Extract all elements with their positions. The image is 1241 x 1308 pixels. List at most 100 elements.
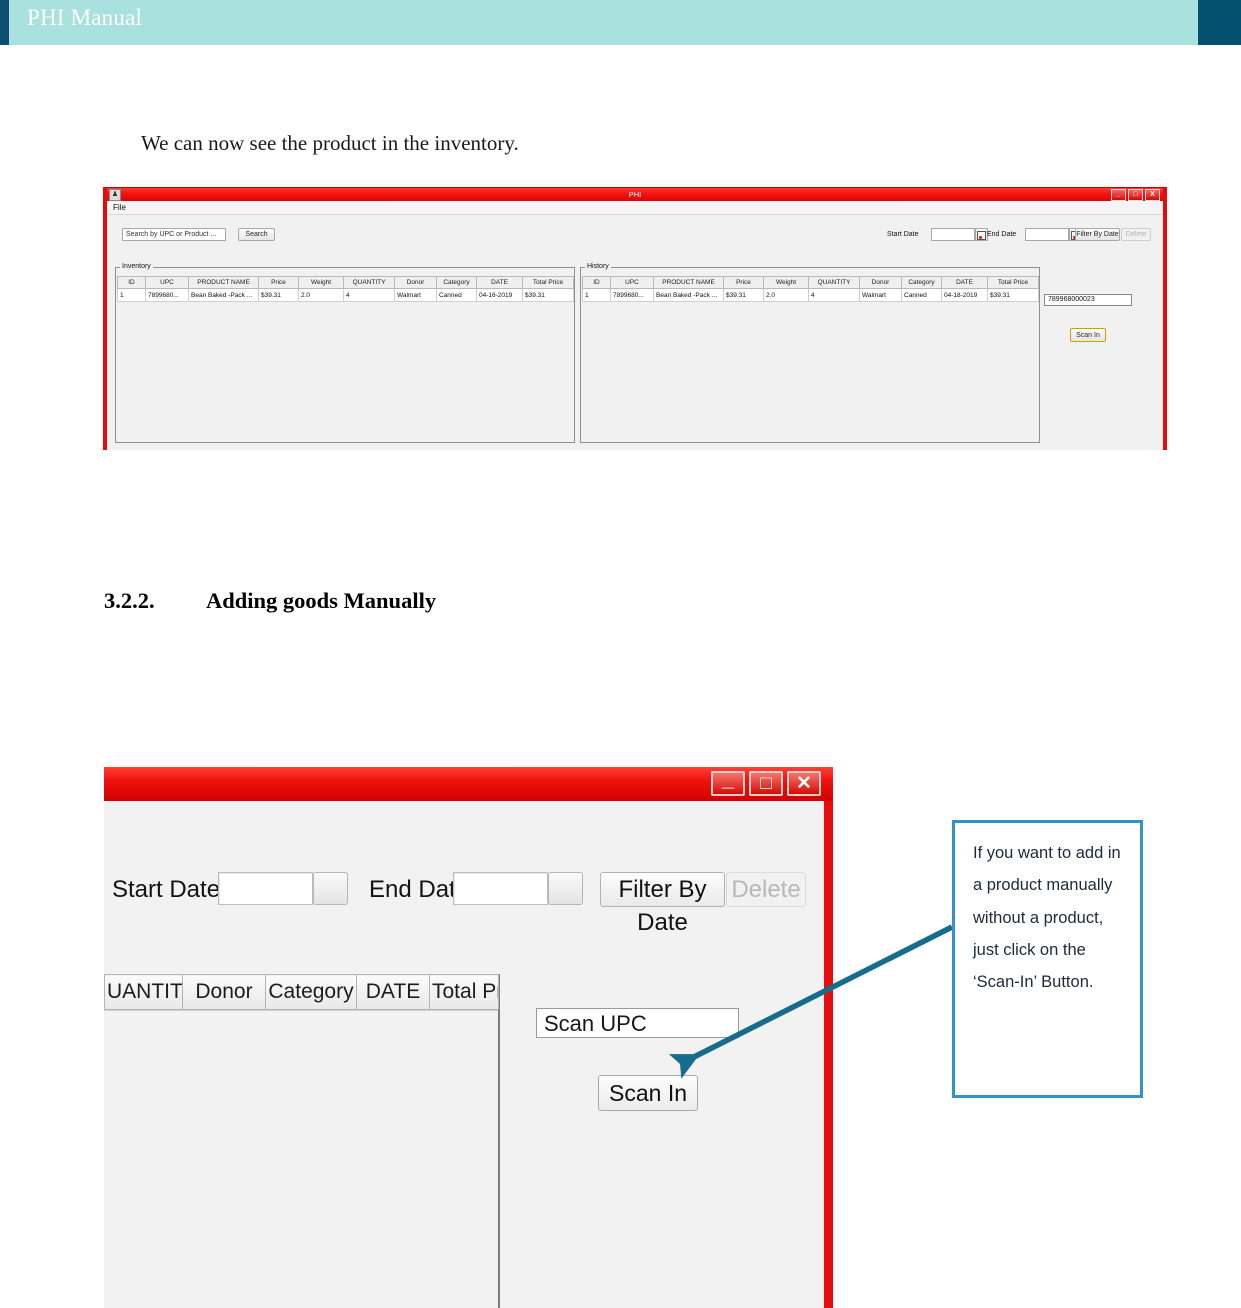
end-date-input[interactable]	[1025, 228, 1069, 241]
search-button[interactable]: Search	[238, 228, 275, 241]
col-id[interactable]: ID	[117, 276, 146, 289]
window-title: PHI	[628, 190, 642, 199]
filter-by-date-button[interactable]: Filter By Date	[1075, 228, 1120, 241]
col-quantity[interactable]: UANTITY	[104, 974, 183, 1010]
scan-upc-input[interactable]: 789968000023	[1044, 294, 1132, 306]
window-titlebar: ♟ PHI _ □ X	[107, 188, 1163, 201]
cell-donor: Walmart	[859, 288, 902, 302]
cell-id: 1	[582, 288, 611, 302]
col-product-name[interactable]: PRODUCT NAME	[188, 276, 259, 289]
cell-product-name: Bean Baked -Pack ...	[188, 288, 259, 302]
table-header-row: ID UPC PRODUCT NAME Price Weight QUANTIT…	[117, 276, 574, 289]
date-filter-row: Start Date End Date Filter By Date Delet…	[104, 867, 824, 936]
end-date-input[interactable]	[453, 872, 548, 905]
document-header: PHI Manual	[0, 0, 1241, 45]
table-header-row: UANTITY Donor Category DATE Total Pri...	[104, 974, 499, 1010]
cell-price: $39.31	[258, 288, 299, 302]
page-title: PHI Manual	[27, 5, 143, 30]
history-table: ID UPC PRODUCT NAME Price Weight QUANTIT…	[582, 276, 1039, 302]
start-date-input[interactable]	[218, 872, 313, 905]
col-price[interactable]: Price	[723, 276, 764, 289]
screenshot-inventory-window: ♟ PHI _ □ X File Search by UPC or Produc…	[103, 187, 1167, 450]
calendar-icon[interactable]	[313, 872, 348, 905]
cell-weight: 2.0	[763, 288, 809, 302]
scan-upc-input[interactable]: Scan UPC	[536, 1008, 739, 1038]
inventory-panel: Inventory ID UPC PRODUCT NAME Price Weig…	[115, 263, 575, 443]
minimize-icon[interactable]: _	[711, 768, 745, 796]
cell-category: Canned	[436, 288, 477, 302]
history-panel: History ID UPC PRODUCT NAME Price Weight…	[580, 263, 1040, 443]
cell-price: $39.31	[723, 288, 764, 302]
inventory-table-zoomed: UANTITY Donor Category DATE Total Pri...	[104, 974, 500, 1308]
col-date[interactable]: DATE	[941, 276, 988, 289]
inventory-table: ID UPC PRODUCT NAME Price Weight QUANTIT…	[117, 276, 574, 302]
scan-in-button[interactable]: Scan In	[598, 1075, 698, 1111]
col-date[interactable]: DATE	[356, 974, 430, 1010]
col-date[interactable]: DATE	[476, 276, 523, 289]
cell-id: 1	[117, 288, 146, 302]
col-donor[interactable]: Donor	[182, 974, 266, 1010]
history-legend: History	[585, 263, 611, 270]
col-category[interactable]: Category	[901, 276, 942, 289]
col-upc[interactable]: UPC	[610, 276, 654, 289]
col-donor[interactable]: Donor	[394, 276, 437, 289]
intro-paragraph: We can now see the product in the invent…	[141, 131, 519, 155]
table-body-empty	[104, 1010, 498, 1308]
col-quantity[interactable]: QUANTITY	[808, 276, 860, 289]
minimize-icon[interactable]: _	[1111, 189, 1126, 201]
close-icon[interactable]: X	[1145, 189, 1160, 201]
window-buttons-zoomed: _ □ ✕	[711, 768, 821, 796]
start-date-input[interactable]	[931, 228, 975, 241]
cell-donor: Walmart	[394, 288, 437, 302]
col-total-price[interactable]: Total Price	[987, 276, 1039, 289]
start-date-label: Start Date	[887, 231, 919, 238]
inventory-table-headers: UANTITY Donor Category DATE Total Pri...	[104, 974, 499, 1010]
col-weight[interactable]: Weight	[298, 276, 344, 289]
search-input[interactable]: Search by UPC or Product ...	[122, 228, 226, 241]
col-total-price[interactable]: Total Price	[522, 276, 574, 289]
inventory-legend: Inventory	[120, 263, 153, 270]
col-category[interactable]: Category	[436, 276, 477, 289]
window-titlebar-zoomed: _ □ ✕	[104, 767, 833, 801]
end-date-label: End Date	[987, 231, 1017, 238]
delete-button: Delete	[726, 872, 806, 907]
close-icon[interactable]: ✕	[787, 771, 821, 796]
menu-item-file[interactable]: File	[113, 203, 126, 212]
header-left-accent	[0, 0, 9, 45]
col-quantity[interactable]: QUANTITY	[343, 276, 395, 289]
cell-upc: 7899680...	[610, 288, 654, 302]
maximize-icon[interactable]: □	[749, 771, 783, 796]
cell-date: 04-18-2019	[941, 288, 988, 302]
table-row[interactable]: 1 7899680... Bean Baked -Pack ... $39.31…	[582, 288, 1039, 302]
cell-product-name: Bean Baked -Pack ...	[653, 288, 724, 302]
window-buttons: _ □ X	[1111, 189, 1160, 201]
calendar-icon[interactable]	[548, 872, 583, 905]
col-id[interactable]: ID	[582, 276, 611, 289]
maximize-icon[interactable]: □	[1128, 189, 1143, 201]
callout-box: If you want to add in a product manually…	[952, 820, 1143, 1098]
cell-upc: 7899680...	[145, 288, 189, 302]
col-category[interactable]: Category	[265, 974, 357, 1010]
start-date-label: Start Date	[112, 876, 221, 903]
scan-in-button[interactable]: Scan In	[1070, 328, 1106, 342]
col-upc[interactable]: UPC	[145, 276, 189, 289]
screenshot-zoomed-window: _ □ ✕ Start Date End Date Filter By Date…	[104, 767, 833, 1308]
table-row[interactable]: 1 7899680... Bean Baked -Pack ... $39.31…	[117, 288, 574, 302]
window-body-zoomed: Start Date End Date Filter By Date Delet…	[104, 801, 833, 1308]
cell-date: 04-16-2019	[476, 288, 523, 302]
col-product-name[interactable]: PRODUCT NAME	[653, 276, 724, 289]
col-donor[interactable]: Donor	[859, 276, 902, 289]
section-number: 3.2.2.	[104, 588, 155, 613]
cell-category: Canned	[901, 288, 942, 302]
filter-by-date-button[interactable]: Filter By Date	[600, 872, 725, 936]
cell-quantity: 4	[808, 288, 860, 302]
col-total-price[interactable]: Total Pri...	[429, 974, 499, 1010]
cell-quantity: 4	[343, 288, 395, 302]
col-weight[interactable]: Weight	[763, 276, 809, 289]
cell-total-price: $39.31	[522, 288, 574, 302]
header-band	[0, 0, 1241, 45]
table-header-row: ID UPC PRODUCT NAME Price Weight QUANTIT…	[582, 276, 1039, 289]
menu-bar: File	[107, 201, 1163, 215]
col-price[interactable]: Price	[258, 276, 299, 289]
section-title: Adding goods Manually	[206, 588, 437, 613]
